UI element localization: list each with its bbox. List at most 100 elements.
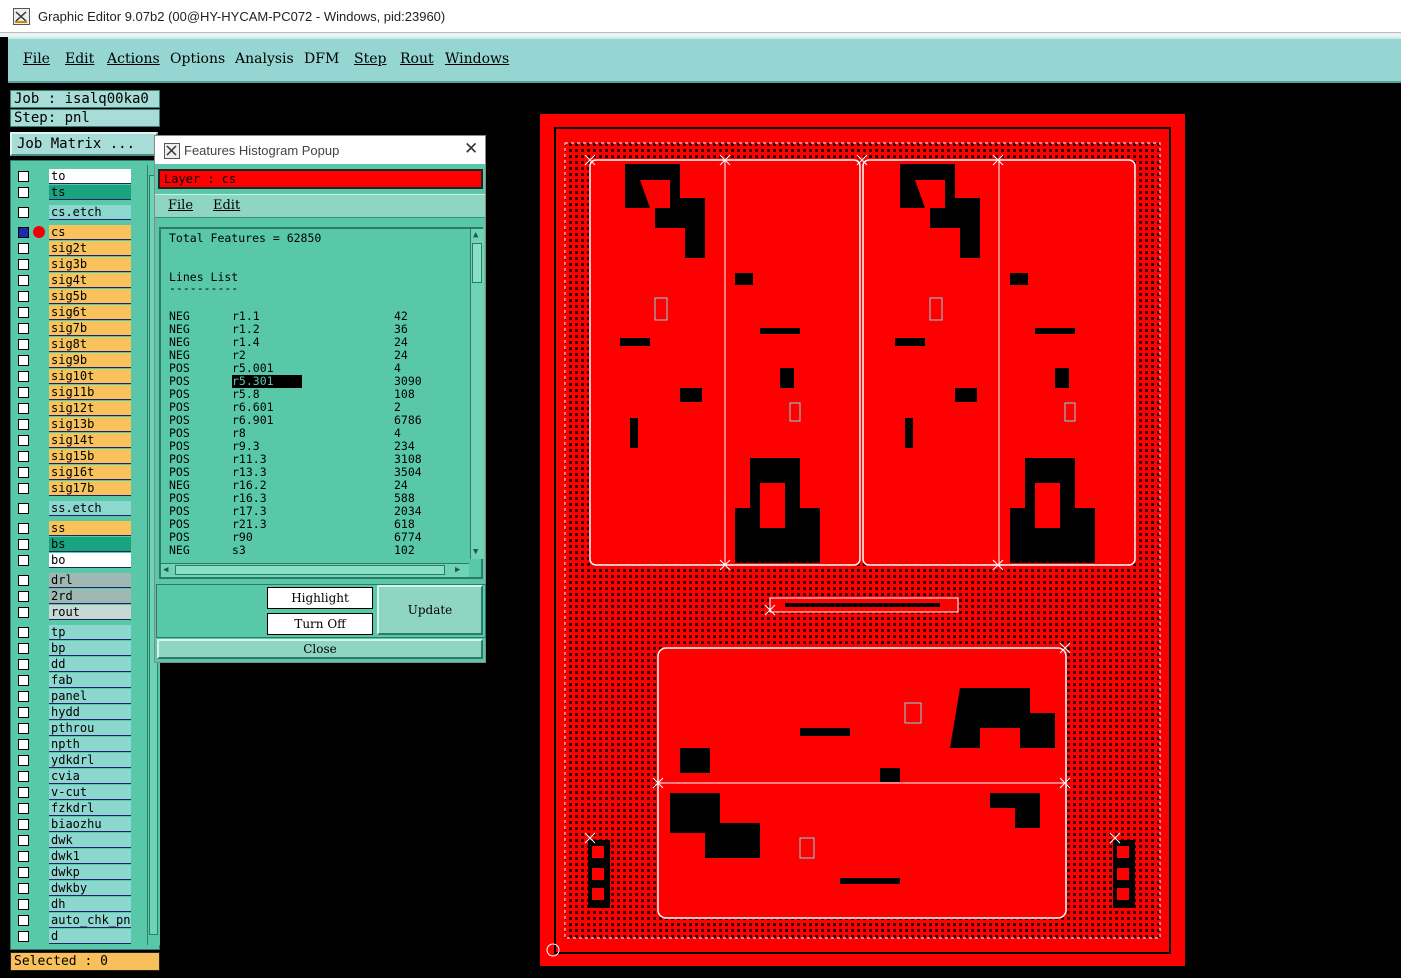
layer-name[interactable]: biaozhu [49,817,131,832]
layer-checkbox[interactable] [18,323,29,334]
layer-name[interactable]: sig10t [49,369,131,384]
scroll-up-icon[interactable]: ▲ [473,230,478,240]
layer-checkbox[interactable] [18,307,29,318]
popup-menu-file[interactable]: File [168,198,193,213]
layer-name[interactable]: sig7b [49,321,131,336]
histogram-row[interactable]: NEG r1.4 24 [169,336,469,349]
layer-row[interactable]: sig15b [15,449,143,464]
layer-row[interactable]: pthrou [15,721,143,736]
layer-name[interactable]: sig13b [49,417,131,432]
layer-checkbox[interactable] [18,403,29,414]
layer-row[interactable]: sig17b [15,481,143,496]
layer-row[interactable]: d [15,929,143,944]
layer-checkbox[interactable] [18,387,29,398]
layer-name[interactable]: sig11b [49,385,131,400]
layer-name[interactable]: dh [49,897,131,912]
layer-checkbox[interactable] [18,707,29,718]
layer-checkbox[interactable] [18,755,29,766]
layer-checkbox[interactable] [18,339,29,350]
layer-row[interactable]: auto_chk_pnl [15,913,143,928]
menu-edit[interactable]: Edit [65,51,94,67]
layer-checkbox[interactable] [18,575,29,586]
layer-checkbox[interactable] [18,355,29,366]
layer-name[interactable]: hydd [49,705,131,720]
layer-row[interactable]: rout [15,605,143,620]
histogram-row[interactable]: POS r8 4 [169,427,469,440]
layer-row[interactable]: sig2t [15,241,143,256]
layer-name[interactable]: dwkby [49,881,131,896]
layer-row[interactable]: sig4t [15,273,143,288]
layer-row[interactable]: sig12t [15,401,143,416]
layer-name[interactable]: sig8t [49,337,131,352]
histogram-row[interactable]: NEG r2 24 [169,349,469,362]
layer-row[interactable]: drl [15,573,143,588]
layer-name[interactable]: cs.etch [49,205,131,220]
layer-name[interactable]: sig2t [49,241,131,256]
histogram-row[interactable]: NEG r16.2 24 [169,479,469,492]
close-icon[interactable]: ✕ [464,139,478,159]
layer-checkbox[interactable] [18,467,29,478]
layer-name[interactable]: fzkdrl [49,801,131,816]
layer-name[interactable]: auto_chk_pnl [49,913,131,928]
layer-checkbox[interactable] [18,259,29,270]
layer-name[interactable]: fab [49,673,131,688]
layer-row[interactable]: sig14t [15,433,143,448]
menu-analysis[interactable]: Analysis [235,51,294,67]
histogram-list[interactable]: Total Features = 62850 Lines List ------… [159,227,484,579]
layer-checkbox[interactable] [18,483,29,494]
list-vertical-scrollbar[interactable]: ▲ ▼ [470,229,484,559]
layer-name[interactable]: sig12t [49,401,131,416]
layer-name[interactable]: bo [49,553,131,568]
layer-row[interactable]: npth [15,737,143,752]
layer-name[interactable]: sig17b [49,481,131,496]
histogram-row[interactable]: NEG r1.1 42 [169,310,469,323]
layer-checkbox[interactable] [18,275,29,286]
layer-name[interactable]: dwk [49,833,131,848]
layer-name[interactable]: sig9b [49,353,131,368]
menu-rout[interactable]: Rout [400,51,434,67]
layer-checkbox[interactable] [18,931,29,942]
layer-row[interactable]: sig3b [15,257,143,272]
layer-name[interactable]: drl [49,573,131,588]
layer-checkbox[interactable] [18,435,29,446]
list-horizontal-scrollbar[interactable]: ◀ ▶ [161,563,469,577]
layer-checkbox[interactable] [18,627,29,638]
histogram-row[interactable]: POS r6.901 6786 [169,414,469,427]
layer-checkbox[interactable] [18,607,29,618]
layer-row[interactable]: sig10t [15,369,143,384]
layer-checkbox[interactable] [18,691,29,702]
layer-checkbox[interactable] [18,187,29,198]
menu-dfm[interactable]: DFM [304,51,339,67]
layer-name[interactable]: bp [49,641,131,656]
layer-checkbox[interactable] [18,659,29,670]
layer-row[interactable]: ss [15,521,143,536]
layer-row[interactable]: cs.etch [15,205,143,220]
layer-row[interactable]: v-cut [15,785,143,800]
menu-options[interactable]: Options [170,51,225,67]
layer-row[interactable]: ts [15,185,143,200]
layer-name[interactable]: sig15b [49,449,131,464]
layer-name[interactable]: 2rd [49,589,131,604]
histogram-row[interactable]: POS r11.3 3108 [169,453,469,466]
layer-name[interactable]: ts [49,185,131,200]
highlight-button[interactable]: Highlight [267,587,373,609]
update-button[interactable]: Update [377,585,483,635]
layer-row[interactable]: sig11b [15,385,143,400]
layer-checkbox[interactable] [18,451,29,462]
layer-checkbox[interactable] [18,883,29,894]
layer-row[interactable]: cvia [15,769,143,784]
layer-row[interactable]: dwkp [15,865,143,880]
layer-name[interactable]: rout [49,605,131,620]
layer-checkbox[interactable] [18,243,29,254]
popup-menu-edit[interactable]: Edit [213,198,240,213]
layer-checkbox[interactable] [18,503,29,514]
layer-name[interactable]: dwk1 [49,849,131,864]
layer-name[interactable]: to [49,169,131,184]
layer-row[interactable]: bp [15,641,143,656]
layer-row[interactable]: ydkdrl [15,753,143,768]
turn-off-button[interactable]: Turn Off [267,613,373,635]
scroll-left-icon[interactable]: ◀ [163,565,168,575]
close-button[interactable]: Close [157,639,483,659]
layer-checkbox[interactable] [18,555,29,566]
layer-checkbox[interactable] [18,787,29,798]
